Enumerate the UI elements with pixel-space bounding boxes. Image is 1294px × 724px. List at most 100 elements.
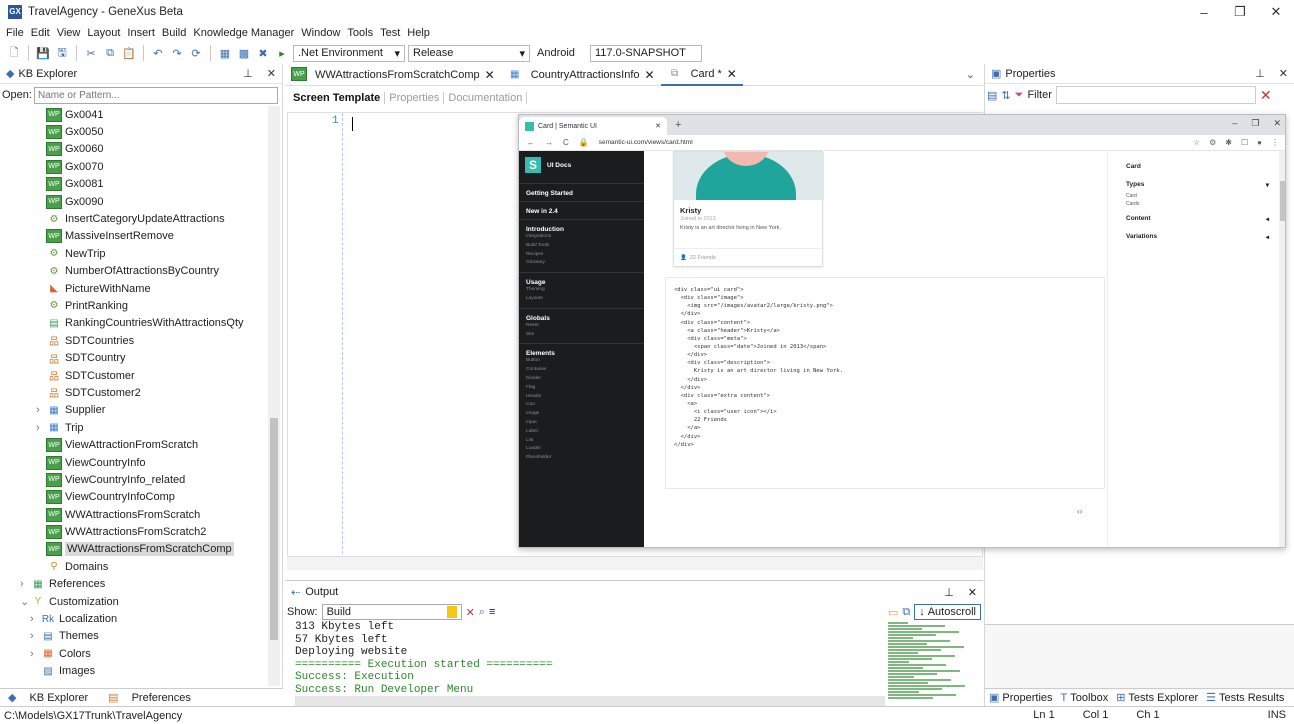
categorized-icon[interactable]: ▤ xyxy=(987,89,997,102)
tree-item[interactable]: ⚙ PrintRanking xyxy=(0,297,268,314)
cancel-build-icon[interactable]: ✖ xyxy=(255,45,271,61)
close-icon[interactable]: ✕ xyxy=(1258,0,1294,24)
tab-wwattractionsfromscratchcomp[interactable]: WP WWAttractionsFromScratchComp ✕ xyxy=(285,64,501,86)
url-field[interactable]: semantic-ui.com/views/card.html xyxy=(599,139,693,146)
pin-icon[interactable]: ⊥ xyxy=(243,67,253,80)
editor-horizontal-scrollbar[interactable] xyxy=(287,556,983,570)
minimize-icon[interactable]: – xyxy=(1186,0,1222,24)
docs-link[interactable]: Button xyxy=(519,357,644,366)
close-icon[interactable]: ✕ xyxy=(655,122,661,130)
cut-icon[interactable]: ✂ xyxy=(83,45,99,61)
forward-icon[interactable]: → xyxy=(545,138,553,147)
tree-item[interactable]: 品 SDTCountry xyxy=(0,349,268,366)
save-all-icon[interactable]: 🖫 xyxy=(54,45,70,61)
close-icon[interactable]: ✕ xyxy=(645,68,655,82)
copy-icon[interactable]: ⧉ xyxy=(102,45,118,61)
menu-knowledge-manager[interactable]: Knowledge Manager xyxy=(193,27,294,39)
docs-menu-subitem[interactable]: Cards xyxy=(1108,201,1285,209)
tree-item[interactable]: › ▦ References xyxy=(0,576,268,593)
menu-test[interactable]: Test xyxy=(380,27,400,39)
tab-toolbox[interactable]: T Toolbox xyxy=(1061,692,1109,704)
clear-icon[interactable]: ✕ xyxy=(466,606,475,619)
expander-icon[interactable]: › xyxy=(20,578,30,590)
tree-item[interactable]: 品 SDTCountries xyxy=(0,332,268,349)
kb-scrollbar[interactable] xyxy=(268,106,280,686)
undo-icon[interactable]: ↶ xyxy=(150,45,166,61)
tree-item[interactable]: WP ViewCountryInfoComp xyxy=(0,489,268,506)
browser-tab[interactable]: Card | Semantic UI ✕ xyxy=(519,117,667,135)
docs-link[interactable]: Image xyxy=(519,410,644,419)
expander-icon[interactable]: › xyxy=(30,648,40,660)
tree-item[interactable]: WP WWAttractionsFromScratchComp xyxy=(0,541,268,558)
code-toggle-icon[interactable]: ‹› xyxy=(1077,507,1082,516)
filter-icon[interactable]: ⏷ xyxy=(1015,89,1024,102)
tree-item[interactable]: WP Gx0081 xyxy=(0,176,268,193)
pin-icon[interactable]: ⊥ xyxy=(1255,67,1265,80)
tree-item[interactable]: ▭Files xyxy=(0,680,268,684)
close-icon[interactable]: ✕ xyxy=(968,586,977,599)
build-icon[interactable]: ▦ xyxy=(217,45,233,61)
docs-link[interactable]: Site xyxy=(519,331,644,340)
pin-icon[interactable]: ⊥ xyxy=(944,586,954,599)
tab-card[interactable]: ⧉ Card * ✕ xyxy=(660,64,743,86)
docs-link[interactable]: Reset xyxy=(519,322,644,331)
tree-item[interactable]: WP WWAttractionsFromScratch2 xyxy=(0,523,268,540)
save-icon[interactable]: 💾 xyxy=(35,45,51,61)
version-select[interactable]: 117.0-SNAPSHOT xyxy=(590,44,702,62)
docs-link[interactable]: Recipes xyxy=(519,251,644,260)
redo-icon[interactable]: ↷ xyxy=(169,45,185,61)
tree-item[interactable]: ⚲ Domains xyxy=(0,558,268,575)
docs-logo[interactable]: S UI Docs xyxy=(519,151,644,179)
docs-section-title[interactable]: Getting Started xyxy=(519,183,644,197)
extension-icon[interactable]: ⚙ xyxy=(1209,138,1216,147)
tree-item[interactable]: ▤ RankingCountriesWithAttractionsQty xyxy=(0,315,268,332)
docs-link[interactable]: Glossary xyxy=(519,259,644,268)
tab-search-icon[interactable]: ☐ xyxy=(1241,138,1248,147)
tree-item[interactable]: 品 SDTCustomer xyxy=(0,367,268,384)
menu-help[interactable]: Help xyxy=(407,27,430,39)
puzzle-icon[interactable]: ✱ xyxy=(1225,138,1232,147)
minimize-icon[interactable]: – xyxy=(1232,118,1237,129)
tree-item[interactable]: WP Gx0090 xyxy=(0,193,268,210)
tree-item[interactable]: WP Gx0060 xyxy=(0,141,268,158)
tab-tests-explorer[interactable]: ⊞ Tests Explorer xyxy=(1116,691,1198,705)
folder-icon[interactable]: ▭ xyxy=(888,606,898,619)
search-icon[interactable]: ⌕ xyxy=(479,606,485,619)
docs-menu-subitem[interactable]: Card xyxy=(1108,193,1285,201)
scroll-thumb[interactable] xyxy=(270,418,278,640)
docs-section-title[interactable]: Usage xyxy=(519,272,644,286)
docs-menu-item[interactable]: Card xyxy=(1108,163,1285,175)
copy-icon[interactable]: ⧉ xyxy=(902,606,910,619)
docs-link[interactable]: Integrations xyxy=(519,233,644,242)
docs-link[interactable]: Flag xyxy=(519,384,644,393)
tab-countryattractionsinfo[interactable]: ▦ CountryAttractionsInfo ✕ xyxy=(501,64,661,86)
tab-tests-results[interactable]: ☰ Tests Results xyxy=(1206,691,1284,705)
docs-section-title[interactable]: Elements xyxy=(519,343,644,357)
docs-link[interactable]: Container xyxy=(519,366,644,375)
tree-item[interactable]: ▨ Images xyxy=(0,663,268,680)
tree-item[interactable]: ⚙ NewTrip xyxy=(0,245,268,262)
docs-menu-item[interactable]: Types ▾ xyxy=(1108,181,1285,193)
close-icon[interactable]: ✕ xyxy=(485,68,495,82)
expander-icon[interactable]: › xyxy=(30,613,40,625)
new-tab-icon[interactable]: + xyxy=(675,119,681,131)
docs-section-title[interactable]: Introduction xyxy=(519,219,644,233)
card-header[interactable]: Kristy xyxy=(674,200,822,215)
star-icon[interactable]: ☆ xyxy=(1193,138,1200,147)
docs-link[interactable]: Header xyxy=(519,393,644,402)
tab-preferences[interactable]: ▤ Preferences xyxy=(104,691,197,705)
tree-item[interactable]: WP ViewAttractionFromScratch xyxy=(0,436,268,453)
close-icon[interactable]: ✕ xyxy=(1273,118,1281,129)
card-extra[interactable]: 👤 22 Friends xyxy=(674,248,824,266)
docs-link[interactable]: Build Tools xyxy=(519,242,644,251)
expander-icon[interactable]: › xyxy=(30,630,40,642)
tab-kb-explorer[interactable]: ◆ KB Explorer xyxy=(4,691,94,705)
docs-section-title[interactable]: Globals xyxy=(519,307,644,322)
chevron-right-icon[interactable]: › xyxy=(36,422,46,434)
docs-link[interactable]: List xyxy=(519,437,644,446)
docs-link[interactable]: Theming xyxy=(519,286,644,295)
menu-build[interactable]: Build xyxy=(162,27,186,39)
back-icon[interactable]: ← xyxy=(527,138,535,147)
build-all-icon[interactable]: ▩ xyxy=(236,45,252,61)
docs-link[interactable]: Divider xyxy=(519,375,644,384)
